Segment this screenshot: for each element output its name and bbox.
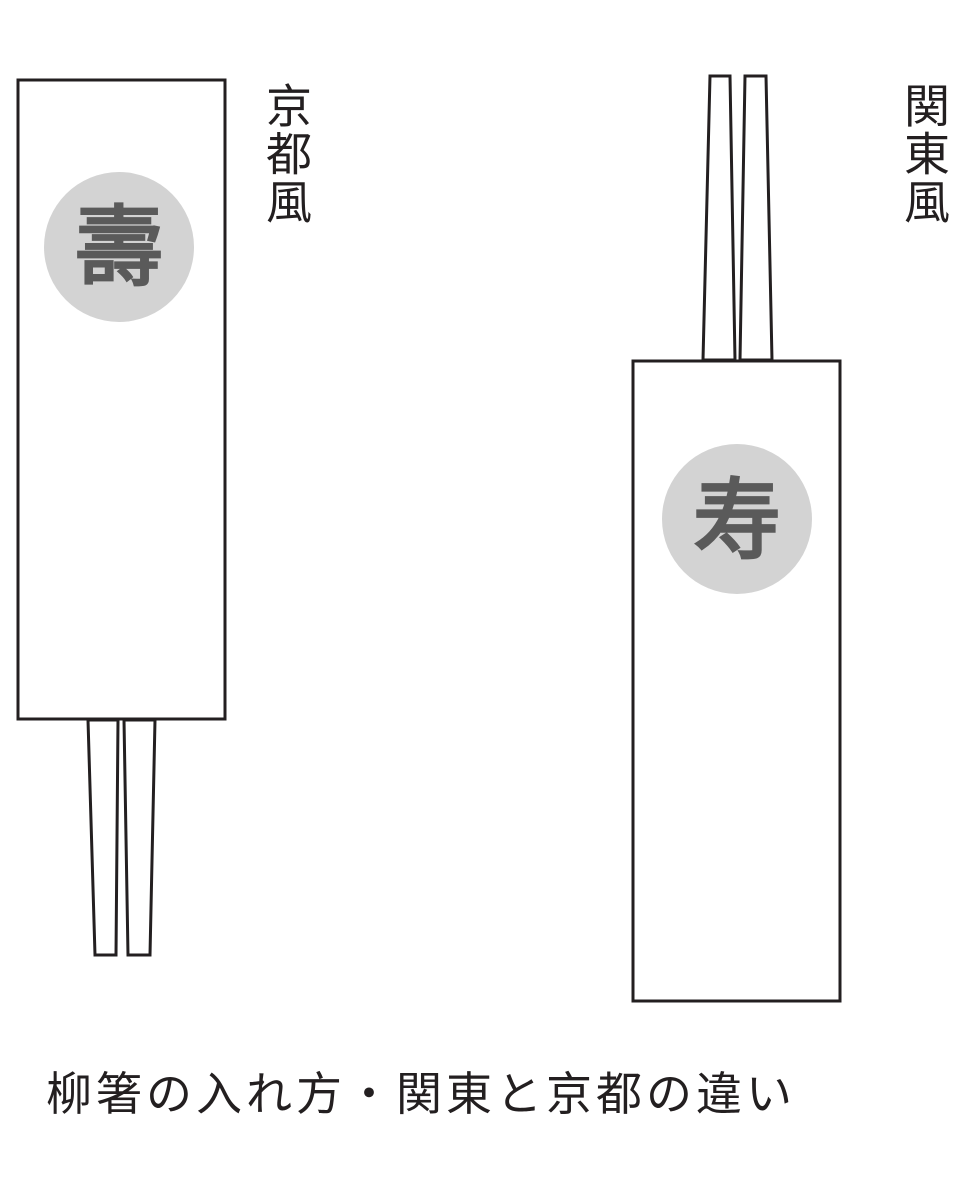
kyoto-chopstick-right	[122, 718, 157, 957]
kanto-label: 関東風	[897, 82, 951, 226]
kyoto-chopstick-left	[86, 718, 120, 957]
kanto-style: 寿	[631, 74, 842, 1003]
kanto-chopstick-left	[701, 74, 737, 362]
kyoto-label: 京都風	[259, 82, 313, 226]
kanto-seal-char: 寿	[693, 468, 781, 572]
chopstick-diagram: 壽 寿	[16, 74, 842, 1003]
diagram-caption: 柳箸の入れ方・関東と京都の違い	[46, 1067, 796, 1121]
kanto-chopstick-right	[738, 74, 774, 362]
kyoto-style: 壽	[16, 78, 227, 957]
kyoto-seal-char: 壽	[75, 195, 163, 299]
